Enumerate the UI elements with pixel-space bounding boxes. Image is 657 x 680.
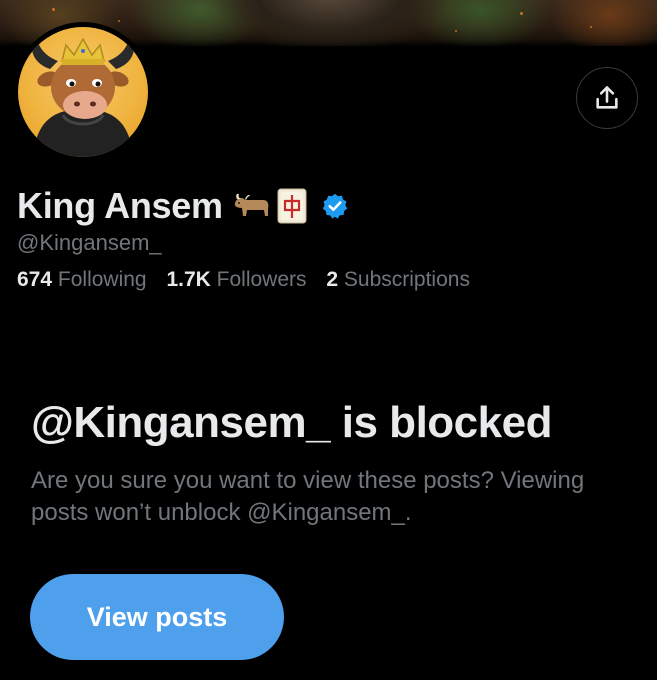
profile-handle: @Kingansem_ — [17, 230, 162, 255]
following-stat[interactable]: 674 Following — [17, 268, 147, 291]
subscriptions-stat[interactable]: 2 Subscriptions — [326, 268, 470, 291]
blocked-description: Are you sure you want to view these post… — [31, 467, 585, 526]
banner-ember — [455, 30, 457, 32]
view-posts-button[interactable]: View posts — [30, 574, 284, 660]
following-count: 674 — [17, 268, 53, 291]
avatar[interactable] — [18, 27, 148, 157]
followers-stat[interactable]: 1.7K Followers — [166, 268, 306, 291]
banner-ember — [52, 8, 55, 11]
display-name: King Ansem — [17, 185, 223, 226]
followers-label: Followers — [216, 268, 307, 291]
mahjong-red-dragon-icon — [277, 188, 307, 224]
banner-ember — [520, 12, 523, 15]
share-icon — [596, 86, 618, 109]
profile-stats: 674 Following 1.7K Followers 2 Subscript… — [17, 268, 484, 292]
following-label: Following — [57, 268, 147, 291]
followers-count: 1.7K — [166, 268, 211, 291]
ox-emoji-icon — [234, 193, 269, 216]
subscriptions-label: Subscriptions — [343, 268, 470, 291]
profile-name-row: King Ansem — [17, 184, 349, 228]
subscriptions-count: 2 — [326, 268, 339, 291]
banner-ember — [590, 26, 592, 28]
share-button[interactable] — [576, 67, 638, 129]
verified-badge-icon[interactable] — [321, 192, 349, 220]
blocked-title: @Kingansem_ is blocked — [31, 398, 552, 447]
bull-avatar-illustration — [32, 37, 134, 157]
banner-ember — [118, 20, 120, 22]
